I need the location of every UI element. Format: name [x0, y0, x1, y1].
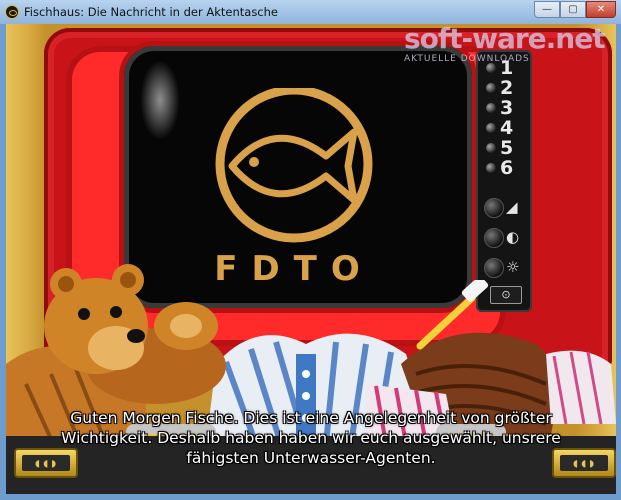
channel-button-3[interactable]: 3	[482, 97, 526, 119]
contrast-icon: ◐	[506, 228, 520, 246]
app-window: Fischhaus: Die Nachricht in der Aktentas…	[0, 0, 621, 500]
channel-dot	[486, 103, 496, 113]
window-title: Fischhaus: Die Nachricht in der Aktentas…	[24, 5, 278, 19]
channel-button-5[interactable]: 5	[482, 137, 526, 159]
watermark-tagline: AKTUELLE DOWNLOADS	[404, 54, 530, 64]
subtitle-line: Wichtigkeit. Deshalb haben haben wir euc…	[61, 429, 561, 447]
channel-dot	[486, 143, 496, 153]
channel-number: 6	[500, 157, 514, 179]
subtitle-line: fähigsten Unterwasser-Agenten.	[186, 449, 436, 467]
channel-number: 5	[500, 137, 514, 159]
channel-number: 4	[500, 117, 514, 139]
tv-control-panel: 1 2 3 4 5 6 ◢ ◐ ☼ ⊙	[476, 50, 532, 312]
channel-dot	[486, 123, 496, 133]
app-icon	[5, 5, 19, 19]
maximize-button[interactable]: ▢	[560, 1, 586, 18]
volume-knob[interactable]: ◢	[484, 196, 524, 218]
watermark-logo: soft-ware.net	[404, 22, 606, 55]
knob	[484, 228, 504, 248]
channel-dot	[486, 63, 496, 73]
screen-glare	[140, 60, 180, 140]
channel-dot	[486, 163, 496, 173]
subtitle-line: Guten Morgen Fische. Dies ist eine Angel…	[70, 409, 552, 427]
knob	[484, 258, 504, 278]
toothbrush	[416, 280, 489, 350]
channel-button-4[interactable]: 4	[482, 117, 526, 139]
brightness-icon: ☼	[506, 258, 520, 276]
minimize-button[interactable]: —	[534, 1, 560, 18]
game-scene: FDTO 1 2 3 4 5 6 ◢ ◐ ☼ ⊙ ◖◖◗ ◖◖◗ Guten M…	[6, 24, 616, 494]
channel-button-6[interactable]: 6	[482, 157, 526, 179]
contrast-knob[interactable]: ◐	[484, 226, 524, 248]
close-button[interactable]: ✕	[586, 1, 616, 18]
knob	[484, 198, 504, 218]
channel-number: 3	[500, 97, 514, 119]
logo-text: FDTO	[214, 249, 374, 288]
volume-icon: ◢	[506, 198, 518, 216]
fdto-logo: FDTO	[214, 88, 374, 288]
brightness-knob[interactable]: ☼	[484, 256, 524, 278]
channel-button-2[interactable]: 2	[482, 77, 526, 99]
channel-dot	[486, 83, 496, 93]
title-bar[interactable]: Fischhaus: Die Nachricht in der Aktentas…	[0, 0, 621, 24]
teddy-bear	[44, 264, 226, 404]
subtitle-text: Guten Morgen Fische. Dies ist eine Angel…	[26, 408, 596, 468]
channel-number: 2	[500, 77, 514, 99]
power-button[interactable]: ⊙	[490, 286, 522, 304]
